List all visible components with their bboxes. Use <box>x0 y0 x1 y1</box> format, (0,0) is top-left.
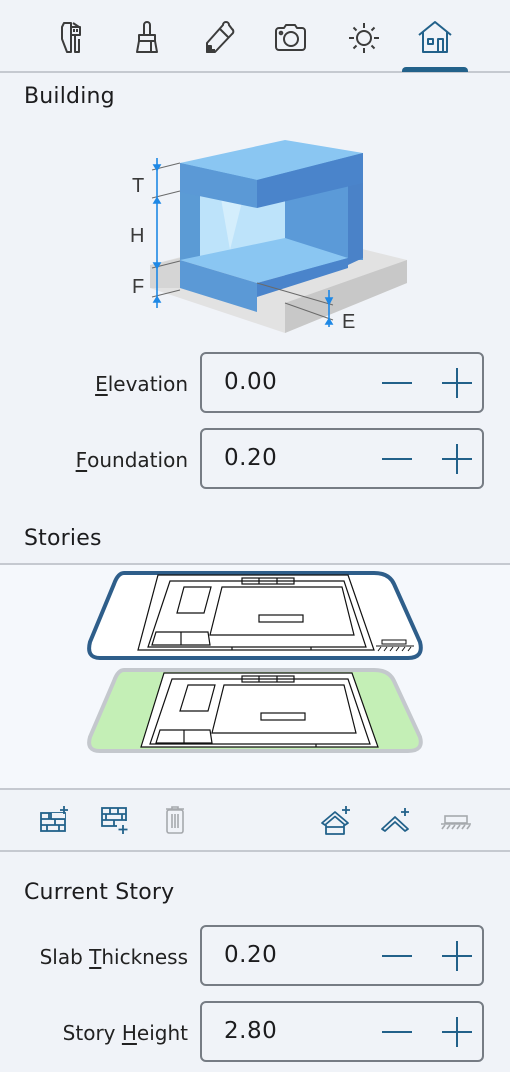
stories-section-title: Stories <box>24 526 102 551</box>
story-height-decrement-button[interactable] <box>377 1013 417 1051</box>
story-height-spinbox[interactable]: 2.80 <box>200 1001 484 1062</box>
tab-edit[interactable] <box>191 12 247 62</box>
slab-thickness-increment-button[interactable] <box>437 937 477 975</box>
story-height-label-mnemonic: H <box>121 1021 137 1045</box>
add-roof-only-button[interactable] <box>378 802 414 838</box>
story-card-ground[interactable] <box>84 667 426 755</box>
caliper-ruler-icon <box>61 22 81 53</box>
add-roof-button[interactable] <box>318 802 354 838</box>
foundation-increment-button[interactable] <box>437 440 477 478</box>
elevation-row: Elevation 0.00 <box>0 352 510 416</box>
roof-plus-icon <box>381 808 409 832</box>
add-story-above-button[interactable] <box>36 802 72 838</box>
story-height-value[interactable]: 2.80 <box>224 1003 277 1060</box>
camera-icon <box>275 24 306 51</box>
foundation-slab-button[interactable] <box>438 802 474 838</box>
minus-icon <box>382 382 412 384</box>
top-toolbar <box>0 0 510 73</box>
slab-thickness-row: Slab Thickness 0.20 <box>0 925 510 989</box>
foundation-row: Foundation 0.20 <box>0 428 510 492</box>
story-height-label-text: eight <box>136 1021 188 1045</box>
tab-paint[interactable] <box>119 12 175 62</box>
bricks-plus-icon <box>40 806 68 832</box>
story-height-row: Story Height 2.80 <box>0 1001 510 1065</box>
elevation-label-mnemonic: E <box>95 372 108 396</box>
elevation-decrement-button[interactable] <box>377 364 417 402</box>
tab-lighting[interactable] <box>336 12 392 62</box>
slab-thickness-label-text: hickness <box>101 945 188 969</box>
minus-icon <box>382 955 412 957</box>
minus-icon <box>382 458 412 460</box>
diagram-label-f: F <box>132 276 144 298</box>
minus-icon <box>382 1031 412 1033</box>
elevation-value[interactable]: 0.00 <box>224 354 277 411</box>
trash-icon <box>166 806 184 834</box>
story-height-increment-button[interactable] <box>437 1013 477 1051</box>
ground-slab-icon <box>441 815 471 830</box>
building-dimensions-diagram: T H F E <box>130 140 407 333</box>
foundation-spinbox[interactable]: 0.20 <box>200 428 484 489</box>
sun-icon <box>349 23 379 53</box>
elevation-spinbox[interactable]: 0.00 <box>200 352 484 413</box>
brush-icon <box>136 21 158 53</box>
active-tab-indicator <box>402 67 468 72</box>
plus-icon <box>442 1017 472 1047</box>
house-roof-plus-icon <box>321 806 350 835</box>
story-height-label: Story Height <box>63 1001 188 1065</box>
slab-thickness-value[interactable]: 0.20 <box>224 927 277 984</box>
slab-thickness-label-pre: Slab <box>39 945 90 969</box>
house-icon <box>418 21 452 53</box>
plus-icon <box>442 941 472 971</box>
slab-thickness-label: Slab Thickness <box>40 925 188 989</box>
building-section-title: Building <box>24 84 115 109</box>
foundation-decrement-button[interactable] <box>377 440 417 478</box>
story-height-label-pre: Story <box>62 1021 122 1045</box>
foundation-label-text: oundation <box>87 448 188 472</box>
pencil-icon <box>206 21 235 53</box>
diagram-label-t: T <box>132 175 144 197</box>
diagram-label-e: E <box>342 311 355 333</box>
floor-plan-drawing <box>140 672 379 748</box>
current-story-section-title: Current Story <box>24 880 175 905</box>
diagram-label-h: H <box>130 225 144 247</box>
stories-bottom-divider <box>0 788 510 790</box>
slab-thickness-label-mnemonic: T <box>89 945 102 969</box>
foundation-label-mnemonic: F <box>75 448 88 472</box>
slab-thickness-decrement-button[interactable] <box>377 937 417 975</box>
story-card-upper-selected[interactable] <box>84 570 426 662</box>
bricks-plus-below-icon <box>101 807 129 835</box>
elevation-label-text: levation <box>107 372 188 396</box>
slab-thickness-spinbox[interactable]: 0.20 <box>200 925 484 986</box>
add-story-below-button[interactable] <box>97 802 133 838</box>
tab-measure[interactable] <box>46 12 102 62</box>
current-story-divider <box>0 850 510 852</box>
plus-icon <box>442 368 472 398</box>
plus-icon <box>442 444 472 474</box>
stories-list <box>0 565 510 788</box>
elevation-increment-button[interactable] <box>437 364 477 402</box>
foundation-label: Foundation <box>76 428 188 492</box>
delete-story-button[interactable] <box>157 802 193 838</box>
foundation-value[interactable]: 0.20 <box>224 430 277 487</box>
tab-building[interactable] <box>407 12 463 62</box>
tab-camera[interactable] <box>262 12 318 62</box>
elevation-label: Elevation <box>95 352 188 416</box>
